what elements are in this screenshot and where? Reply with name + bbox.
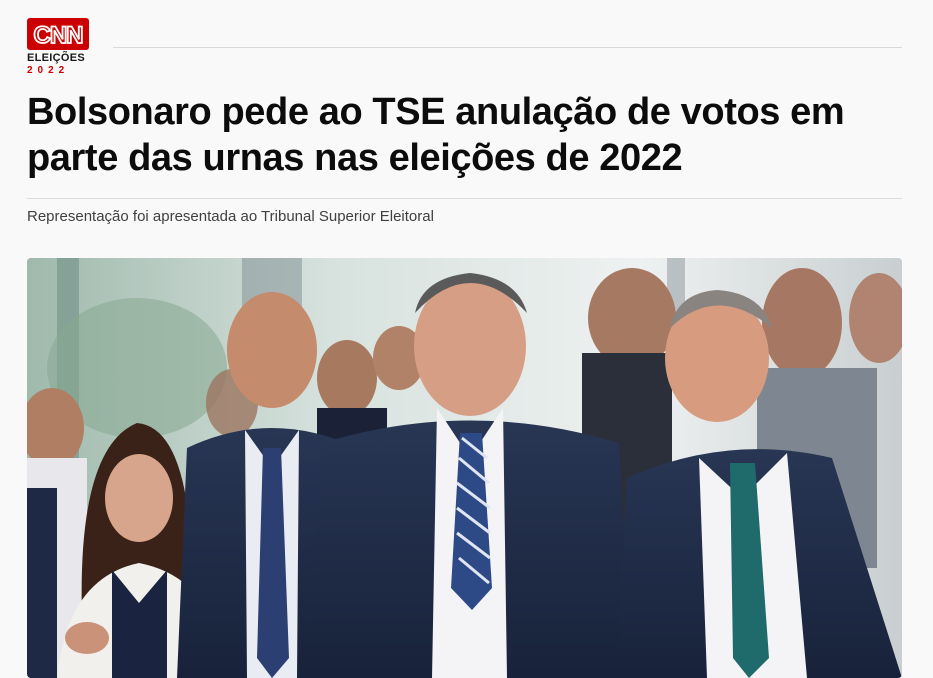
hero-photo[interactable] (27, 258, 902, 678)
cnn-logo-icon: CNN (27, 18, 89, 50)
svg-text:CNN: CNN (34, 22, 83, 49)
headline-divider (27, 198, 902, 199)
section-label: ELEIÇÕES (27, 52, 86, 64)
article-headline: Bolsonaro pede ao TSE anulação de votos … (27, 91, 845, 179)
hero-photo-image (27, 258, 902, 678)
header-divider (113, 47, 902, 48)
article-subtitle: Representação foi apresentada ao Tribuna… (27, 208, 434, 225)
site-header: CNN ELEIÇÕES 2022 (27, 18, 902, 78)
section-year: 2022 (27, 65, 70, 76)
cnn-eleicoes-logo[interactable]: CNN ELEIÇÕES 2022 (27, 18, 89, 76)
